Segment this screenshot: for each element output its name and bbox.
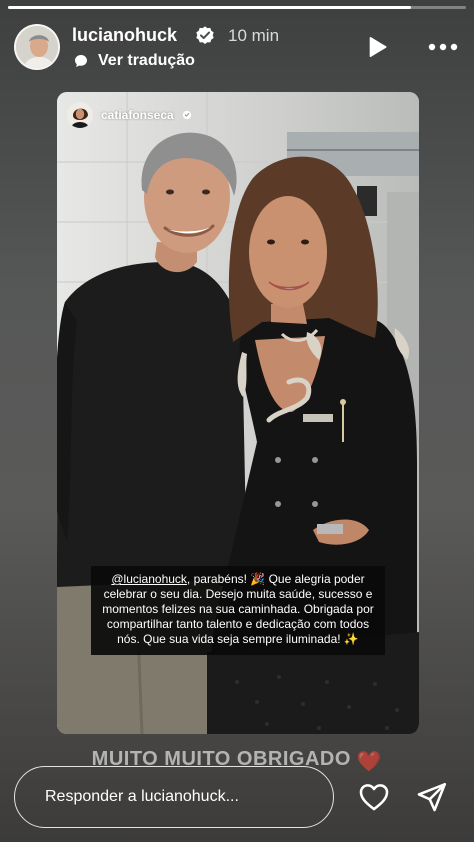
see-translation-button[interactable]: Ver tradução: [72, 52, 195, 70]
shared-post-avatar[interactable]: [67, 102, 93, 128]
send-icon[interactable]: [414, 780, 450, 814]
verified-badge-icon: [182, 110, 191, 120]
reply-input[interactable]: [14, 766, 334, 828]
see-translation-label: Ver tradução: [98, 52, 195, 69]
story-progress-bar: [8, 6, 466, 9]
story-progress-fill: [8, 6, 412, 9]
translate-icon: [75, 55, 87, 67]
shared-post-avatar-image: [67, 102, 93, 128]
shared-post-card[interactable]: catiafonseca @lucianohuck, parabéns! 🎉 Q…: [57, 92, 419, 734]
shared-post-header: catiafonseca: [67, 102, 192, 128]
red-heart-emoji: ❤️: [356, 751, 383, 773]
story-header: lucianohuck 10 min Ver tradução: [14, 24, 460, 74]
play-icon[interactable]: [364, 34, 390, 60]
heart-icon[interactable]: [356, 780, 392, 814]
verified-badge-icon: [196, 26, 214, 44]
author-username[interactable]: lucianohuck: [72, 25, 177, 46]
author-avatar-image: [16, 26, 58, 68]
author-avatar[interactable]: [14, 24, 60, 70]
caption-mention-link[interactable]: @lucianohuck: [111, 572, 187, 586]
shared-post-username[interactable]: catiafonseca: [101, 108, 174, 122]
story-timestamp: 10 min: [228, 26, 280, 45]
story-viewer: lucianohuck 10 min Ver tradução catiafon…: [0, 0, 474, 842]
more-options-icon[interactable]: [426, 34, 460, 60]
shared-post-caption: @lucianohuck, parabéns! 🎉 Que alegria po…: [91, 566, 385, 655]
